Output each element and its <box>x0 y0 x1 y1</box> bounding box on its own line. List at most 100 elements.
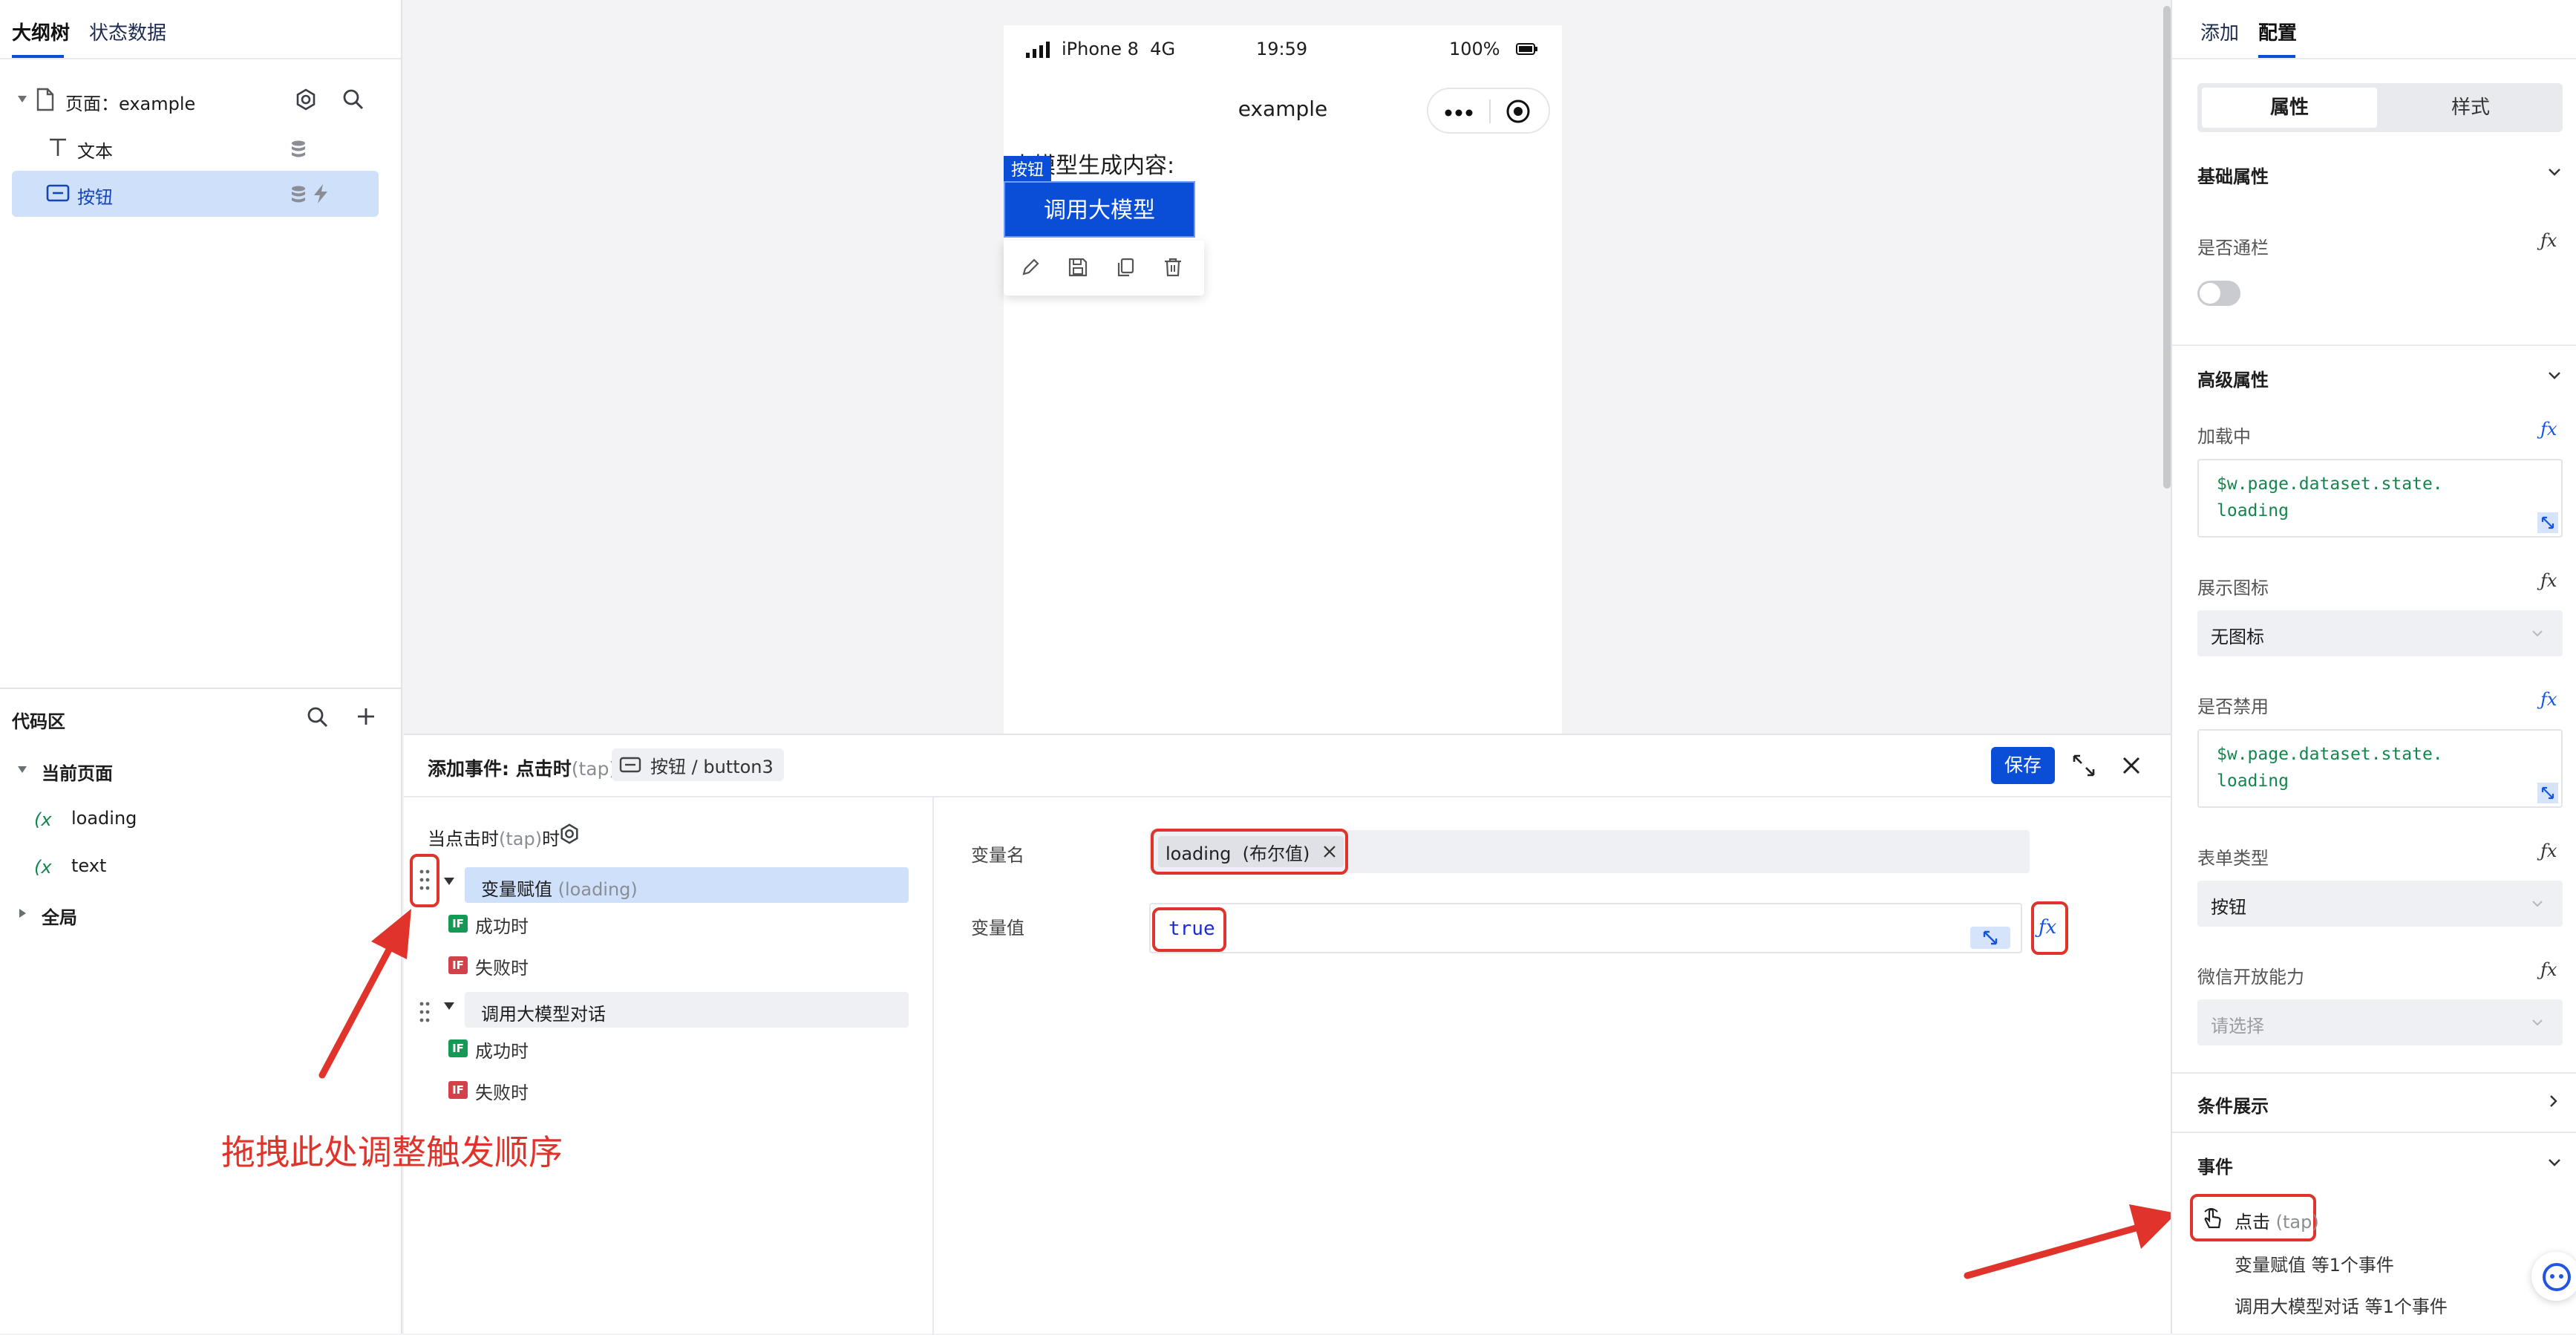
text-type-icon <box>48 137 68 157</box>
search-icon[interactable] <box>341 88 365 111</box>
close-icon[interactable] <box>2122 756 2141 775</box>
canvas-scrollbar[interactable] <box>2163 6 2171 489</box>
expand-icon[interactable] <box>2071 753 2096 778</box>
section-conditional-title[interactable]: 条件展示 <box>2197 1091 2269 1117</box>
chevron-down-icon[interactable] <box>2548 371 2561 380</box>
close-target-icon[interactable] <box>1506 99 1531 124</box>
trigger-prefix: 当点击时 <box>428 829 499 849</box>
fx-formula-icon[interactable]: ƒx <box>2039 916 2056 939</box>
caret-down-icon[interactable] <box>18 766 27 774</box>
lightning-icon <box>312 183 330 204</box>
caret-down-icon[interactable] <box>444 878 454 886</box>
tab-add[interactable]: 添加 <box>2200 18 2239 45</box>
branch-fail[interactable]: 失败时 <box>475 1078 529 1104</box>
select-value: 按钮 <box>2211 897 2246 918</box>
tree-item-label: 按钮 <box>77 187 113 208</box>
capsule-menu[interactable] <box>1427 88 1550 134</box>
delete-trash-icon[interactable] <box>1163 257 1183 278</box>
fx-formula-icon[interactable]: ƒx <box>2540 689 2557 710</box>
caret-down-icon[interactable] <box>444 1002 454 1011</box>
event-summary-item[interactable]: 变量赋值 等1个事件 <box>2235 1250 2394 1276</box>
tab-outline-tree[interactable]: 大纲树 <box>12 18 70 45</box>
action-row-assign[interactable]: 变量赋值 (loading) <box>465 867 909 903</box>
code-area-title: 代码区 <box>12 711 65 732</box>
chevron-down-icon[interactable] <box>2548 1158 2561 1167</box>
event-title-suffix: (tap) <box>571 758 617 780</box>
annotation-arrow-right <box>1964 1204 2177 1279</box>
expand-editor-icon[interactable] <box>1970 927 2010 949</box>
add-icon[interactable] <box>355 705 377 728</box>
tree-item-text[interactable]: 文本 <box>12 128 379 169</box>
save-button[interactable]: 保存 <box>1991 747 2055 784</box>
chevron-down-icon <box>2531 1019 2543 1026</box>
through-bar-toggle[interactable] <box>2197 281 2240 306</box>
var-item-loading[interactable]: loading <box>71 808 137 829</box>
save-template-icon[interactable] <box>1068 257 1088 278</box>
event-title-text: 添加事件: 点击时 <box>428 758 572 780</box>
action-title: 变量赋值 <box>481 879 552 900</box>
section-basic-title[interactable]: 基础属性 <box>2197 162 2269 188</box>
more-dots-icon[interactable] <box>1445 109 1473 117</box>
section-advanced-title[interactable]: 高级属性 <box>2197 365 2269 391</box>
tap-event-label[interactable]: 点击 (tap) <box>2235 1207 2319 1233</box>
trigger-settings-icon[interactable] <box>558 823 581 845</box>
branch-success[interactable]: 成功时 <box>475 1037 529 1063</box>
action-label: 变量赋值 (loading) <box>481 875 638 901</box>
segment-properties[interactable]: 属性 <box>2202 88 2377 128</box>
status-carrier: iPhone 8 4G <box>1062 39 1176 59</box>
variable-icon: (x <box>34 809 52 830</box>
button-type-icon <box>619 757 641 773</box>
copy-icon[interactable] <box>1115 257 1136 278</box>
action-row-llm[interactable]: 调用大模型对话 <box>465 992 909 1028</box>
caret-right-icon[interactable] <box>19 909 27 918</box>
drag-handle-icon[interactable] <box>419 869 431 891</box>
event-summary-item[interactable]: 调用大模型对话 等1个事件 <box>2235 1292 2448 1318</box>
event-panel-title: 添加事件: 点击时(tap) <box>428 754 616 781</box>
current-page-group[interactable]: 当前页面 <box>42 759 113 785</box>
var-name-label: 变量名 <box>971 845 1024 866</box>
expand-editor-icon[interactable] <box>2537 512 2558 533</box>
chevron-down-icon[interactable] <box>2548 168 2561 177</box>
component-breadcrumb[interactable]: 按钮 / button3 <box>612 748 784 781</box>
llm-call-button[interactable]: 调用大模型 <box>1004 181 1195 238</box>
toggle-knob <box>2200 283 2220 304</box>
tab-state-data[interactable]: 状态数据 <box>89 18 166 45</box>
show-icon-select[interactable]: 无图标 <box>2197 610 2563 656</box>
caret-down-icon[interactable] <box>18 96 27 103</box>
action-detail: (loading) <box>558 879 638 900</box>
tag-close-icon[interactable] <box>1323 845 1336 858</box>
assistant-bubble[interactable] <box>2531 1252 2576 1301</box>
fx-formula-icon[interactable]: ƒx <box>2540 841 2557 861</box>
settings-gear-icon[interactable] <box>294 88 318 111</box>
branch-fail[interactable]: 失败时 <box>475 953 529 979</box>
global-group[interactable]: 全局 <box>42 903 77 929</box>
fx-formula-icon[interactable]: ƒx <box>2540 959 2557 980</box>
divider <box>2172 1132 2576 1133</box>
field-label: 表单类型 <box>2197 848 2269 869</box>
disabled-expression-input[interactable]: $w.page.dataset.state. loading <box>2197 729 2563 808</box>
edit-pencil-icon[interactable] <box>1020 257 1041 278</box>
form-type-select[interactable]: 按钮 <box>2197 881 2563 927</box>
chevron-right-icon[interactable] <box>2549 1094 2558 1108</box>
battery-icon <box>1516 43 1538 55</box>
fx-formula-icon[interactable]: ƒx <box>2540 419 2557 440</box>
var-value-input[interactable] <box>1149 903 2022 953</box>
segment-styles[interactable]: 样式 <box>2383 88 2558 128</box>
search-icon[interactable] <box>306 705 330 729</box>
expand-editor-icon[interactable] <box>2537 783 2558 803</box>
branch-success[interactable]: 成功时 <box>475 912 529 938</box>
field-label: 是否禁用 <box>2197 696 2269 717</box>
tab-config[interactable]: 配置 <box>2258 18 2297 45</box>
var-item-text[interactable]: text <box>71 855 106 876</box>
tree-item-button[interactable]: 按钮 <box>12 171 379 217</box>
fx-formula-icon[interactable]: ƒx <box>2540 230 2557 251</box>
var-name-tag[interactable]: loading (布尔值) <box>1158 836 1344 867</box>
page-name: example <box>119 94 196 114</box>
page-label: 页面：example <box>65 89 195 115</box>
action-title: 调用大模型对话 <box>481 1004 606 1025</box>
wechat-ability-select[interactable]: 请选择 <box>2197 999 2563 1045</box>
tree-page-row[interactable]: 页面：example <box>0 82 401 119</box>
loading-expression-input[interactable]: $w.page.dataset.state. loading <box>2197 459 2563 538</box>
section-events-title[interactable]: 事件 <box>2197 1152 2233 1178</box>
fx-formula-icon[interactable]: ƒx <box>2540 570 2557 591</box>
